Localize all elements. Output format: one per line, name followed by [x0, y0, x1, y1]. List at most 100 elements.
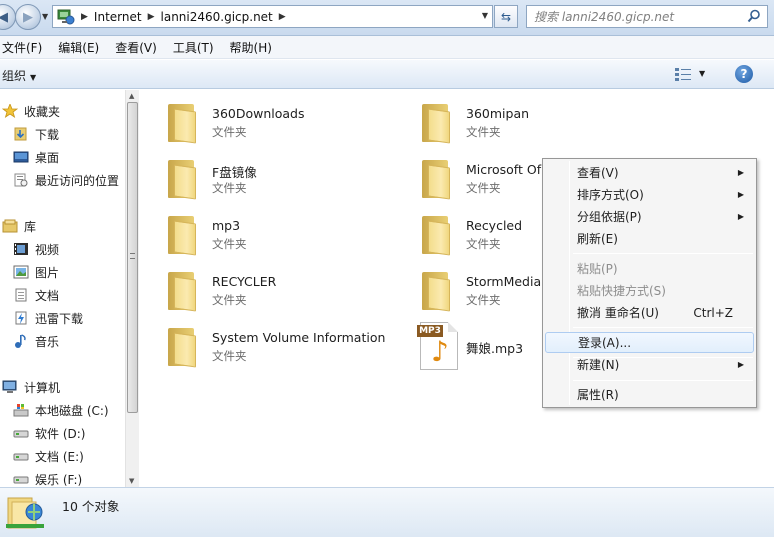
file-name: StormMedia [466, 274, 542, 289]
change-view-icon[interactable] [674, 67, 692, 84]
ctx-paste-shortcut[interactable]: 粘贴快捷方式(S) [545, 280, 754, 301]
nav-favorites-label: 收藏夹 [24, 104, 61, 119]
ctx-undo-rename[interactable]: 撤消 重命名(U) Ctrl+Z [545, 302, 754, 323]
submenu-arrow-icon: ▶ [737, 168, 744, 177]
nav-item-label: 娱乐 (F:) [35, 472, 83, 487]
file-item-stormmedia[interactable]: StormMedia 文件夹 [416, 266, 556, 316]
folder-icon [416, 98, 456, 146]
ctx-label: 新建(N) [577, 358, 620, 372]
help-icon: ? [740, 67, 748, 81]
system-drive-icon [13, 403, 29, 417]
folder-icon [162, 210, 202, 258]
thunder-download-icon [13, 311, 29, 325]
ctx-label: 登录(A)... [578, 336, 632, 350]
menu-edit[interactable]: 编辑(E) [50, 39, 107, 56]
file-type: 文件夹 [466, 125, 501, 139]
breadcrumb-separator-icon[interactable]: ▶ [279, 12, 286, 22]
breadcrumb-internet[interactable]: Internet [94, 10, 142, 24]
nav-item-videos[interactable]: 视频 [13, 239, 59, 259]
ctx-view[interactable]: 查看(V) ▶ [545, 162, 754, 183]
ctx-properties[interactable]: 属性(R) [545, 384, 754, 405]
file-item-recycled[interactable]: Recycled 文件夹 [416, 210, 556, 260]
file-item-system-volume-information[interactable]: System Volume Information 文件夹 [162, 322, 402, 372]
file-item-360mipan[interactable]: 360mipan 文件夹 [416, 98, 656, 148]
nav-item-downloads[interactable]: 下载 [13, 124, 59, 144]
forward-arrow-icon: ▶ [23, 9, 33, 25]
forward-button[interactable]: ▶ [15, 4, 41, 30]
address-history-dropdown[interactable]: ▼ [482, 11, 488, 20]
nav-drive-d[interactable]: 软件 (D:) [13, 423, 85, 443]
ctx-label: 粘贴快捷方式(S) [577, 284, 666, 298]
nav-computer[interactable]: 计算机 [2, 377, 60, 397]
folder-icon [162, 154, 202, 202]
ctx-refresh[interactable]: 刷新(E) [545, 228, 754, 249]
recent-pages-dropdown[interactable]: ▼ [42, 12, 48, 21]
folder-icon [416, 266, 456, 314]
nav-item-recent-places[interactable]: 最近访问的位置 [13, 170, 119, 190]
nav-item-music[interactable]: 音乐 [13, 331, 59, 351]
breadcrumb-separator-icon: ▶ [81, 11, 88, 22]
menu-tools[interactable]: 工具(T) [165, 39, 222, 56]
ctx-new[interactable]: 新建(N) ▶ [545, 354, 754, 375]
scrollbar-thumb[interactable] [127, 102, 138, 413]
nav-item-label: 音乐 [35, 334, 60, 349]
nav-item-desktop[interactable]: 桌面 [13, 147, 59, 167]
nav-libraries[interactable]: 库 [2, 216, 36, 236]
file-item-recycler[interactable]: RECYCLER 文件夹 [162, 266, 402, 316]
address-bar[interactable]: ▶ Internet ▶ lanni2460.gicp.net ▶ ▼ [52, 5, 493, 28]
file-type: 文件夹 [212, 125, 247, 139]
breadcrumb-host[interactable]: lanni2460.gicp.net [161, 10, 273, 24]
nav-pane-scrollbar[interactable]: ▲ ▼ [125, 90, 139, 487]
nav-item-label: 本地磁盘 (C:) [35, 403, 109, 418]
nav-item-label: 软件 (D:) [35, 426, 86, 441]
grip-icon [130, 253, 135, 259]
nav-item-label: 文档 (E:) [35, 449, 84, 464]
menu-help[interactable]: 帮助(H) [222, 39, 280, 56]
file-type: 文件夹 [466, 181, 501, 195]
ctx-paste[interactable]: 粘贴(P) [545, 258, 754, 279]
scroll-down-arrow-icon[interactable]: ▼ [129, 477, 134, 485]
nav-drive-c[interactable]: 本地磁盘 (C:) [13, 400, 109, 420]
file-item-microsoft-office[interactable]: Microsoft Of 文件夹 [416, 154, 556, 204]
nav-drive-e[interactable]: 文档 (E:) [13, 446, 84, 466]
ctx-label: 撤消 重命名(U) [577, 306, 659, 320]
file-name: Microsoft Of [466, 162, 542, 177]
nav-drive-f[interactable]: 娱乐 (F:) [13, 469, 82, 487]
search-input[interactable]: 搜索 lanni2460.gicp.net [526, 5, 768, 28]
back-button[interactable]: ◀ [0, 4, 16, 30]
video-icon [13, 242, 29, 256]
chevron-down-icon: ▼ [30, 73, 37, 82]
file-item-f-mirror[interactable]: F盘镜像 文件夹 [162, 154, 402, 204]
nav-item-documents[interactable]: 文档 [13, 285, 59, 305]
nav-favorites[interactable]: 收藏夹 [1, 101, 61, 121]
scroll-up-arrow-icon[interactable]: ▲ [129, 92, 134, 100]
status-bar: 10 个对象 [0, 487, 774, 537]
menu-file[interactable]: 文件(F) [0, 39, 50, 56]
help-button[interactable]: ? [735, 65, 753, 83]
nav-item-thunder-downloads[interactable]: 迅雷下载 [13, 308, 83, 328]
organize-button[interactable]: 组织 ▼ [2, 67, 36, 84]
ctx-sort-by[interactable]: 排序方式(O) ▶ [545, 184, 754, 205]
star-icon [1, 102, 19, 118]
submenu-arrow-icon: ▶ [737, 360, 744, 369]
computer-icon [2, 380, 18, 394]
nav-item-pictures[interactable]: 图片 [13, 262, 59, 282]
file-name: RECYCLER [212, 274, 277, 289]
file-name: 360mipan [466, 106, 530, 121]
view-options-dropdown[interactable]: ▼ [699, 69, 705, 78]
ctx-group-by[interactable]: 分组依据(P) ▶ [545, 206, 754, 227]
nav-computer-label: 计算机 [24, 380, 61, 395]
address-toolbar: ◀ ▶ ▼ ▶ Internet ▶ lanni2460.gicp.net ▶ … [0, 0, 774, 36]
file-item-mp3[interactable]: mp3 文件夹 [162, 210, 402, 260]
file-item-wuniang-mp3[interactable]: MP3 ♪ 舞娘.mp3 [416, 322, 556, 372]
refresh-button[interactable]: ⇆ [494, 5, 518, 28]
file-item-360downloads[interactable]: 360Downloads 文件夹 [162, 98, 402, 148]
ctx-label: 属性(R) [577, 388, 619, 402]
search-icon[interactable] [747, 9, 761, 26]
nav-item-label: 最近访问的位置 [35, 173, 120, 188]
ctx-login[interactable]: 登录(A)... [545, 332, 754, 353]
menu-view[interactable]: 查看(V) [107, 39, 165, 56]
library-icon [2, 219, 18, 233]
menu-separator [573, 327, 753, 328]
submenu-arrow-icon: ▶ [737, 190, 744, 199]
